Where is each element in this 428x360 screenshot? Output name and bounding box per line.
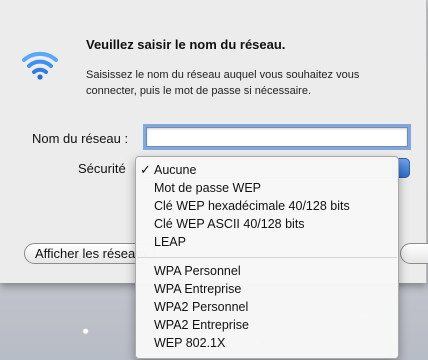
menu-item-label: WPA2 Personnel [154,300,249,314]
menu-separator [137,257,397,258]
menu-item-label: Aucune [154,163,197,177]
right-button[interactable] [400,243,428,264]
security-label: Sécurité [78,161,126,176]
wifi-icon [22,51,58,80]
dialog-title: Veuillez saisir le nom du réseau. [86,37,286,52]
dialog-description: Saisissez le nom du réseau auquel vous s… [86,69,360,97]
menu-item-leap[interactable]: LEAP [136,233,398,251]
menu-item-label: WEP 802.1X [154,336,226,350]
menu-item-wpa-enterprise[interactable]: WPA Entreprise [136,280,398,298]
menu-item-label: LEAP [154,235,186,249]
menu-item-wep-ascii[interactable]: Clé WEP ASCII 40/128 bits [136,215,398,233]
menu-item-aucune[interactable]: ✓ Aucune [136,161,398,179]
security-menu: ✓ Aucune Mot de passe WEP Clé WEP hexadé… [135,156,399,359]
menu-item-label: WPA Entreprise [154,282,242,296]
menu-item-label: WPA Personnel [154,264,241,278]
menu-item-wpa2-personal[interactable]: WPA2 Personnel [136,298,398,316]
network-name-input[interactable] [146,127,408,147]
checkmark-icon: ✓ [140,162,151,177]
menu-item-wep-8021x[interactable]: WEP 802.1X [136,334,398,352]
menu-item-label: Clé WEP hexadécimale 40/128 bits [154,199,350,213]
menu-item-wpa-personal[interactable]: WPA Personnel [136,262,398,280]
menu-item-wep-password[interactable]: Mot de passe WEP [136,179,398,197]
menu-item-label: Mot de passe WEP [154,181,261,195]
menu-item-label: WPA2 Entreprise [154,318,249,332]
network-name-label: Nom du réseau : [32,131,129,146]
menu-item-wep-hex[interactable]: Clé WEP hexadécimale 40/128 bits [136,197,398,215]
menu-item-label: Clé WEP ASCII 40/128 bits [154,217,305,231]
menu-item-wpa2-enterprise[interactable]: WPA2 Entreprise [136,316,398,334]
